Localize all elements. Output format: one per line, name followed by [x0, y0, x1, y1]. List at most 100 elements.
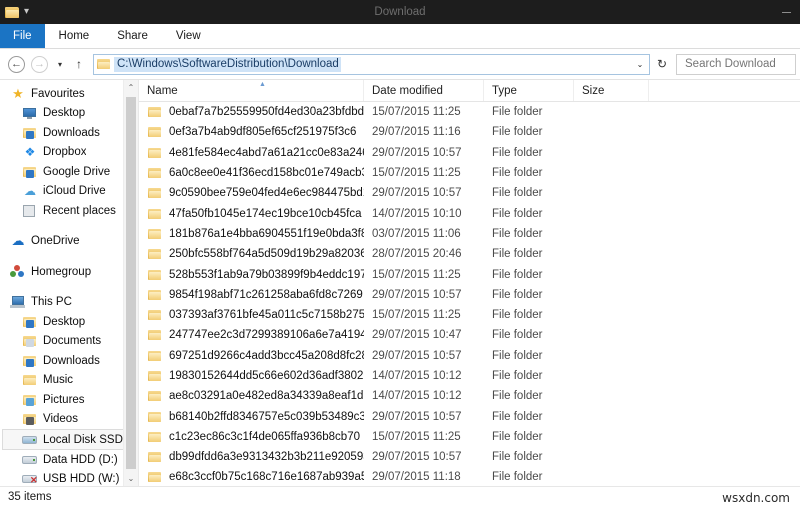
cell-type: File folder: [492, 451, 543, 464]
address-chevron-down-icon[interactable]: ⌄: [631, 60, 649, 69]
recent-places-icon: [22, 204, 38, 218]
sidebar-item-documents[interactable]: Documents: [0, 332, 138, 352]
sidebar-item-google-drive[interactable]: Google Drive: [0, 162, 138, 182]
refresh-button[interactable]: ↻: [652, 54, 672, 75]
search-box[interactable]: [676, 53, 796, 75]
sidebar-item-usb-hdd-w[interactable]: ✕ USB HDD (W:): [0, 470, 138, 487]
sidebar-label: Downloads: [43, 354, 100, 367]
cell-name: 4e81fe584ec4abd7a61a21cc0e83a246: [139, 146, 364, 160]
table-row[interactable]: db99dfdd6a3e9313432b3b211e920593 29/07/20…: [139, 447, 800, 467]
cell-date-modified: 15/07/2015 11:25: [372, 106, 461, 119]
tab-file[interactable]: File: [0, 24, 45, 48]
file-list-pane: Name ▲ Date modified Type Size 0ebaf7a7b…: [139, 80, 800, 486]
column-header-type[interactable]: Type: [484, 80, 574, 101]
table-row[interactable]: 181b876a1e4bba6904551f19e0bda3f8 03/07/20…: [139, 224, 800, 244]
table-row[interactable]: 528b553f1ab9a79b03899f9b4eddc197 15/07/20…: [139, 264, 800, 284]
sidebar-group-this-pc[interactable]: This PC: [0, 293, 138, 313]
column-header-name[interactable]: Name ▲: [139, 80, 364, 101]
folder-icon: [147, 430, 163, 444]
up-button[interactable]: ↑: [70, 54, 88, 75]
cell-date-modified: 15/07/2015 11:25: [372, 309, 461, 322]
sidebar-item-downloads-fav[interactable]: Downloads: [0, 123, 138, 143]
table-row[interactable]: ae8c03291a0e482ed8a34339a8eaf1d7 14/07/20…: [139, 386, 800, 406]
cell-type: File folder: [492, 309, 543, 322]
recent-locations-button[interactable]: ▾: [52, 54, 68, 75]
cell-type: File folder: [492, 187, 543, 200]
folder-icon: [147, 450, 163, 464]
cell-date-modified: 28/07/2015 20:46: [372, 248, 462, 261]
quick-access-chevron-icon[interactable]: ▾: [24, 6, 31, 18]
sidebar-group-favourites[interactable]: ★ Favourites: [0, 84, 138, 104]
column-headers: Name ▲ Date modified Type Size: [139, 80, 800, 102]
table-row[interactable]: 0ef3a7b4ab9df805ef65cf251975f3c6 29/07/20…: [139, 122, 800, 142]
scrollbar-thumb[interactable]: [126, 97, 136, 469]
sidebar-group-onedrive[interactable]: ☁ OneDrive: [0, 232, 138, 252]
column-header-size[interactable]: Size: [574, 80, 649, 101]
cell-type: File folder: [492, 106, 543, 119]
cell-type: File folder: [492, 207, 543, 220]
table-row[interactable]: 9c0590bee759e04fed4e6ec984475bd1 29/07/20…: [139, 183, 800, 203]
sidebar-item-music[interactable]: Music: [0, 371, 138, 391]
address-path-text[interactable]: C:\Windows\SoftwareDistribution\Download: [114, 56, 341, 72]
sidebar-label: Desktop: [43, 315, 86, 328]
table-row[interactable]: e68c3ccf0b75c168c716e1687ab939a5 29/07/20…: [139, 467, 800, 486]
tab-view[interactable]: View: [162, 24, 215, 48]
table-row[interactable]: 247747ee2c3d7299389106a6e7a41949 29/07/20…: [139, 325, 800, 345]
sidebar-item-desktop[interactable]: Desktop: [0, 312, 138, 332]
sidebar-label: Local Disk SSD (C:): [43, 433, 131, 446]
sidebar-item-local-disk-c[interactable]: Local Disk SSD (C:): [2, 429, 132, 450]
table-row[interactable]: 47fa50fb1045e174ec19bce10cb45fca 14/07/20…: [139, 203, 800, 223]
table-row[interactable]: b68140b2ffd8346757e5c039b53489c3 29/07/20…: [139, 406, 800, 426]
sidebar-label: Desktop: [43, 107, 86, 120]
cell-type: File folder: [492, 349, 543, 362]
search-input[interactable]: [683, 57, 795, 71]
sort-ascending-icon: ▲: [259, 81, 266, 88]
table-row[interactable]: c1c23ec86c3c1f4de065ffa936b8cb70 15/07/20…: [139, 427, 800, 447]
sidebar-scrollbar[interactable]: ⌃ ⌄: [123, 80, 138, 486]
navigation-bar: ← → ▾ ↑ C:\Windows\SoftwareDistribution\…: [0, 49, 800, 79]
sidebar-item-icloud-drive[interactable]: ☁ iCloud Drive: [0, 182, 138, 202]
cell-date-modified: 29/07/2015 10:57: [372, 451, 462, 464]
sidebar-item-data-hdd-d[interactable]: Data HDD (D:): [0, 450, 138, 470]
cell-type: File folder: [492, 167, 543, 180]
sidebar-item-videos[interactable]: Videos: [0, 410, 138, 430]
sidebar-item-recent-places[interactable]: Recent places: [0, 201, 138, 221]
table-row[interactable]: 4e81fe584ec4abd7a61a21cc0e83a246 29/07/20…: [139, 143, 800, 163]
folder-icon: [147, 389, 163, 403]
cell-name: 037393af3761bfe45a011c5c7158b275: [139, 308, 364, 322]
sidebar-item-desktop-fav[interactable]: Desktop: [0, 104, 138, 124]
column-header-label: Size: [582, 84, 605, 97]
address-bar[interactable]: C:\Windows\SoftwareDistribution\Download…: [93, 53, 650, 75]
dropbox-icon: ❖: [24, 145, 36, 160]
table-row[interactable]: 037393af3761bfe45a011c5c7158b275 15/07/20…: [139, 305, 800, 325]
cell-name: 697251d9266c4add3bcc45a208d8fc28: [139, 349, 364, 363]
sidebar-label: Homegroup: [31, 265, 92, 278]
cell-date-modified: 29/07/2015 10:57: [372, 410, 462, 423]
column-header-label: Name: [147, 84, 178, 97]
cell-type: File folder: [492, 268, 543, 281]
sidebar-item-pictures[interactable]: Pictures: [0, 390, 138, 410]
table-row[interactable]: 250bfc558bf764a5d509d19b29a82036 28/07/20…: [139, 244, 800, 264]
table-row[interactable]: 6a0c8ee0e41f36ecd158bc01e749acb3 15/07/20…: [139, 163, 800, 183]
quick-access-toolbar[interactable]: ▾: [0, 6, 31, 19]
google-drive-folder-icon: [22, 165, 38, 179]
minimize-button[interactable]: [772, 0, 800, 24]
sidebar-item-downloads[interactable]: Downloads: [0, 351, 138, 371]
scroll-up-arrow-icon[interactable]: ⌃: [124, 80, 138, 95]
tab-share[interactable]: Share: [103, 24, 162, 48]
back-button[interactable]: ←: [6, 54, 27, 75]
column-header-label: Type: [492, 84, 517, 97]
scroll-down-arrow-icon[interactable]: ⌄: [124, 471, 138, 486]
tab-home[interactable]: Home: [45, 24, 104, 48]
sidebar-group-homegroup[interactable]: Homegroup: [0, 262, 138, 282]
folder-icon: [147, 227, 163, 241]
table-row[interactable]: 0ebaf7a7b25559950fd4ed30a23bfdbd 15/07/20…: [139, 102, 800, 122]
table-row[interactable]: 697251d9266c4add3bcc45a208d8fc28 29/07/20…: [139, 346, 800, 366]
column-header-date-modified[interactable]: Date modified: [364, 80, 484, 101]
sidebar-item-dropbox[interactable]: ❖ Dropbox: [0, 143, 138, 163]
table-row[interactable]: 9854f198abf71c261258aba6fd8c7269 29/07/20…: [139, 285, 800, 305]
forward-button[interactable]: →: [29, 54, 50, 75]
table-row[interactable]: 19830152644dd5c66e602d36adf38026 14/07/20…: [139, 366, 800, 386]
cell-name: 0ebaf7a7b25559950fd4ed30a23bfdbd: [139, 105, 364, 119]
videos-folder-icon: [22, 412, 38, 426]
